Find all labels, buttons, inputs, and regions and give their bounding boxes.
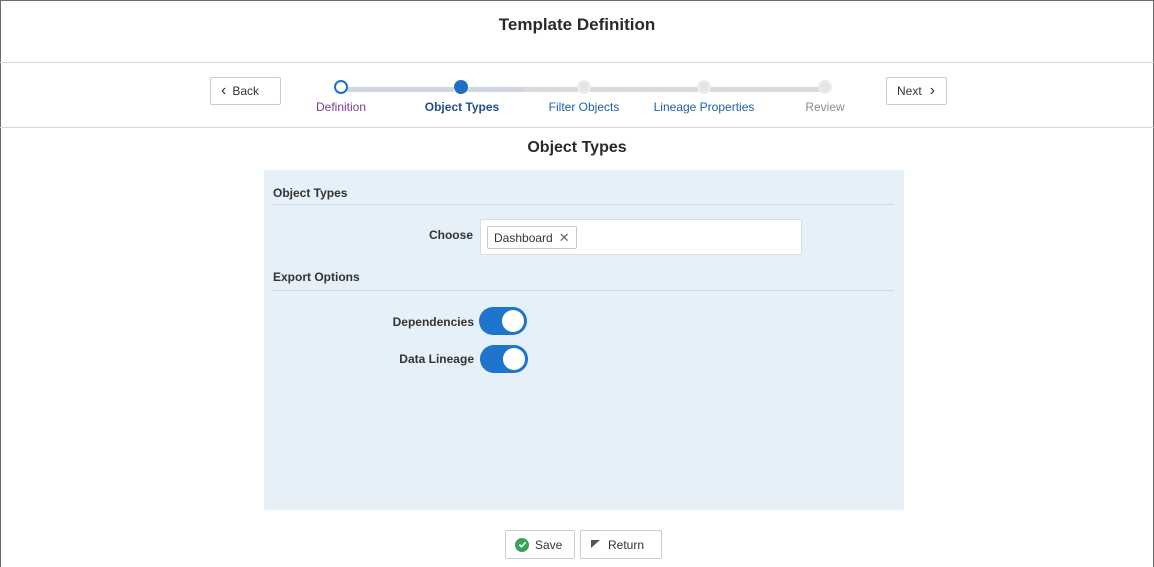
return-button-label: Return: [608, 537, 645, 552]
return-icon: [590, 538, 601, 552]
divider: [272, 290, 894, 291]
train-label-definition[interactable]: Definition: [316, 100, 366, 114]
chevron-left-icon: ‹: [221, 82, 227, 99]
train-stop-filter-objects[interactable]: [577, 80, 591, 94]
export-options-heading: Export Options: [273, 270, 360, 284]
back-button-label: Back: [232, 84, 260, 98]
train-navigation: ‹ Back Definition Object Types Filter Ob…: [0, 63, 1154, 128]
train-label-review: Review: [805, 100, 845, 114]
toggle-knob: [502, 310, 524, 332]
page-header: Template Definition: [0, 0, 1154, 63]
train-label-lineage-properties[interactable]: Lineage Properties: [654, 100, 755, 114]
train-stop-object-types[interactable]: [454, 80, 468, 94]
data-lineage-label: Data Lineage: [399, 352, 474, 366]
train-track-remaining: [524, 87, 820, 92]
train-track-completed: [347, 87, 454, 92]
toggle-knob: [503, 348, 525, 370]
page-title: Template Definition: [498, 15, 656, 34]
chip-label: Dashboard: [494, 230, 553, 245]
save-button[interactable]: Save: [505, 530, 575, 559]
object-type-chooser[interactable]: Dashboard ✕: [480, 219, 802, 255]
train-stop-review: [818, 80, 832, 94]
return-button[interactable]: Return: [580, 530, 662, 559]
remove-icon[interactable]: ✕: [559, 230, 570, 246]
train-label-filter-objects[interactable]: Filter Objects: [549, 100, 620, 114]
object-types-panel: Object Types Choose Dashboard ✕ Export O…: [264, 170, 904, 510]
choose-label: Choose: [428, 228, 473, 242]
train-stop-definition[interactable]: [334, 80, 348, 94]
train-label-object-types[interactable]: Object Types: [425, 100, 499, 114]
selected-chip-dashboard: Dashboard ✕: [487, 226, 577, 249]
chevron-right-icon: ›: [929, 82, 936, 99]
divider: [272, 204, 894, 205]
dependencies-label: Dependencies: [392, 315, 474, 329]
next-button[interactable]: Next ›: [886, 77, 947, 105]
back-button[interactable]: ‹ Back: [210, 77, 281, 105]
section-title: Object Types: [527, 139, 627, 156]
check-circle-icon: [515, 537, 529, 552]
data-lineage-toggle[interactable]: [480, 345, 528, 373]
train-track-partial: [466, 87, 524, 92]
object-types-heading: Object Types: [273, 186, 348, 200]
train-stop-lineage-properties[interactable]: [697, 80, 711, 94]
dependencies-toggle[interactable]: [479, 307, 527, 335]
next-button-label: Next: [897, 84, 922, 98]
save-button-label: Save: [535, 537, 563, 552]
